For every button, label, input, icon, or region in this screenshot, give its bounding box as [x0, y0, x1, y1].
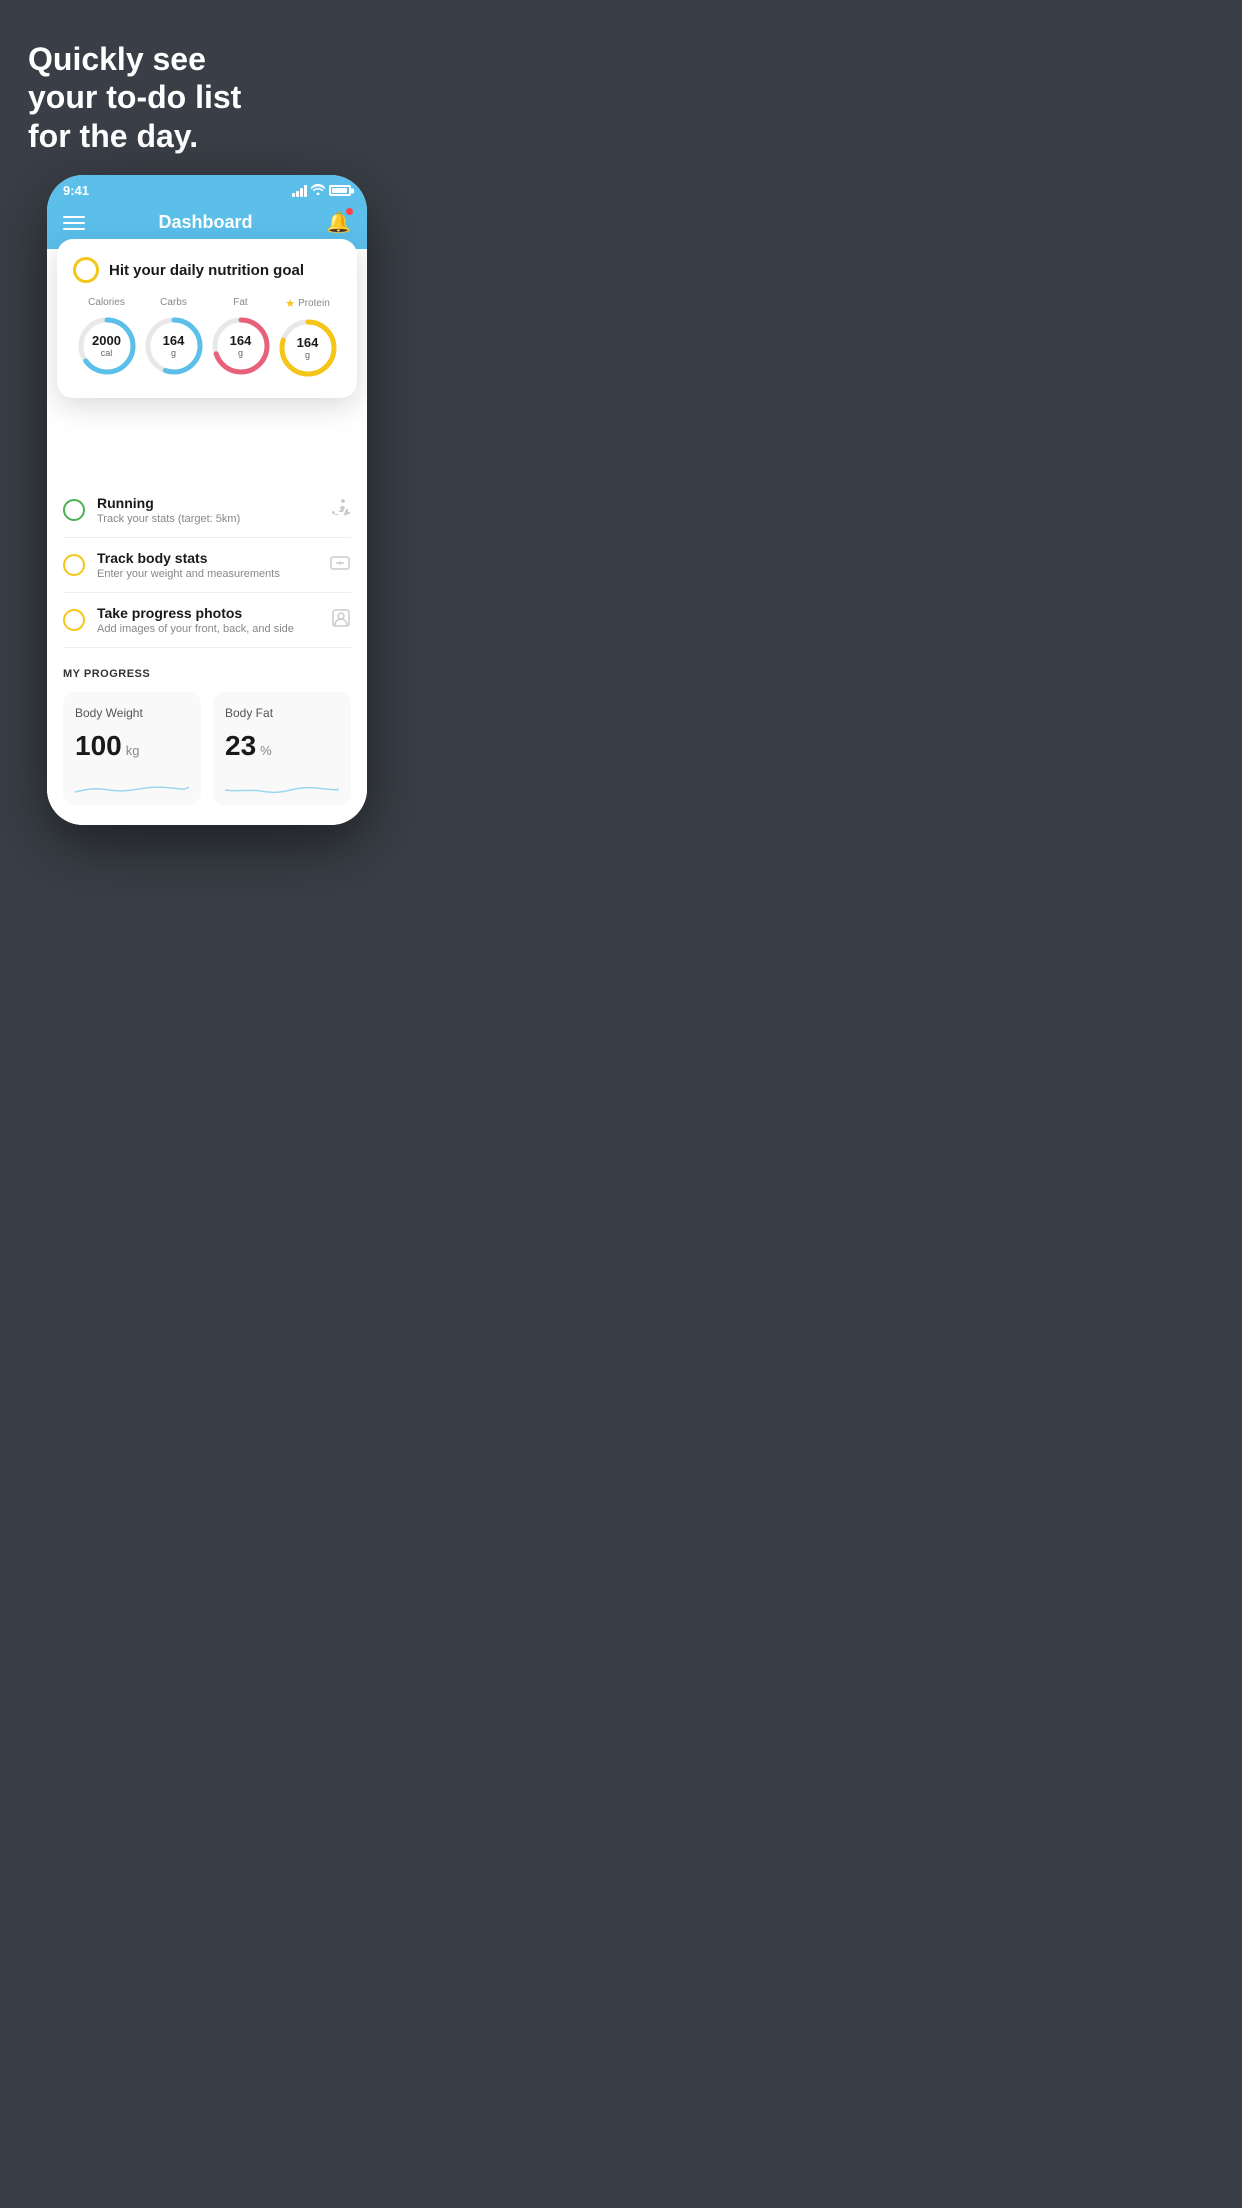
body-weight-card-title: Body Weight [75, 706, 189, 720]
todo-list: Running Track your stats (target: 5km) [47, 483, 367, 648]
body-fat-value: 23 [225, 730, 256, 762]
todo-circle-nutrition [73, 257, 99, 283]
photos-circle [63, 609, 85, 631]
running-subtitle: Track your stats (target: 5km) [97, 513, 317, 525]
body-fat-card: Body Fat 23 % [213, 692, 351, 805]
battery-icon [329, 185, 351, 196]
body-fat-card-title: Body Fat [225, 706, 339, 720]
hero-section: Quickly see your to-do list for the day. [0, 0, 414, 175]
body-weight-card: Body Weight 100 kg [63, 692, 201, 805]
person-icon [331, 608, 351, 633]
background-page: Quickly see your to-do list for the day.… [0, 0, 414, 825]
progress-cards: Body Weight 100 kg Body Fat [63, 692, 351, 825]
header-title: Dashboard [159, 212, 253, 233]
nutrition-card: Hit your daily nutrition goal Calories [57, 239, 357, 398]
status-icons [292, 184, 351, 198]
nutrition-row: Calories 2000 cal [73, 297, 341, 380]
todo-item-photos[interactable]: Take progress photos Add images of your … [63, 593, 351, 648]
running-circle [63, 499, 85, 521]
nutrition-calories: Calories 2000 cal [75, 297, 139, 378]
photos-subtitle: Add images of your front, back, and side [97, 623, 319, 635]
running-info: Running Track your stats (target: 5km) [97, 495, 317, 525]
phone-mockup: 9:41 [47, 175, 367, 825]
calories-label: Calories [88, 297, 125, 308]
photos-info: Take progress photos Add images of your … [97, 605, 319, 635]
progress-section: MY PROGRESS Body Weight 100 kg [47, 648, 367, 825]
app-content: THINGS TO DO TODAY Hit your daily nutrit… [47, 249, 367, 825]
hero-title: Quickly see your to-do list for the day. [28, 40, 386, 155]
body-weight-sparkline [75, 770, 189, 800]
protein-ring: 164 g [276, 316, 340, 380]
body-weight-value-row: 100 kg [75, 730, 189, 762]
body-stats-subtitle: Enter your weight and measurements [97, 568, 317, 580]
todo-item-body-stats[interactable]: Track body stats Enter your weight and m… [63, 538, 351, 593]
status-bar: 9:41 [47, 175, 367, 202]
progress-section-title: MY PROGRESS [63, 668, 351, 680]
running-title: Running [97, 495, 317, 511]
nutrition-carbs: Carbs 164 g [142, 297, 206, 378]
fat-ring: 164 g [209, 314, 273, 378]
protein-label: ★ Protein [285, 297, 330, 310]
calories-ring: 2000 cal [75, 314, 139, 378]
carbs-label: Carbs [160, 297, 187, 308]
body-stats-circle [63, 554, 85, 576]
notification-bell[interactable]: 🔔 [326, 210, 351, 235]
card-title: Hit your daily nutrition goal [109, 262, 304, 279]
body-weight-unit: kg [126, 743, 140, 758]
body-weight-value: 100 [75, 730, 122, 762]
protein-star-icon: ★ [285, 297, 295, 310]
card-title-row: Hit your daily nutrition goal [73, 257, 341, 283]
carbs-ring: 164 g [142, 314, 206, 378]
body-fat-unit: % [260, 743, 272, 758]
scale-icon [329, 554, 351, 577]
signal-icon [292, 185, 307, 197]
todo-item-running[interactable]: Running Track your stats (target: 5km) [63, 483, 351, 538]
running-icon [329, 499, 351, 522]
wifi-icon [311, 184, 325, 198]
body-fat-sparkline [225, 770, 339, 800]
body-stats-info: Track body stats Enter your weight and m… [97, 550, 317, 580]
body-stats-title: Track body stats [97, 550, 317, 566]
status-time: 9:41 [63, 183, 89, 198]
nutrition-protein: ★ Protein 164 g [276, 297, 340, 380]
body-fat-value-row: 23 % [225, 730, 339, 762]
fat-label: Fat [233, 297, 247, 308]
phone-wrapper: 9:41 [0, 175, 414, 825]
nutrition-fat: Fat 164 g [209, 297, 273, 378]
hamburger-menu[interactable] [63, 216, 85, 230]
notification-dot [346, 208, 353, 215]
photos-title: Take progress photos [97, 605, 319, 621]
